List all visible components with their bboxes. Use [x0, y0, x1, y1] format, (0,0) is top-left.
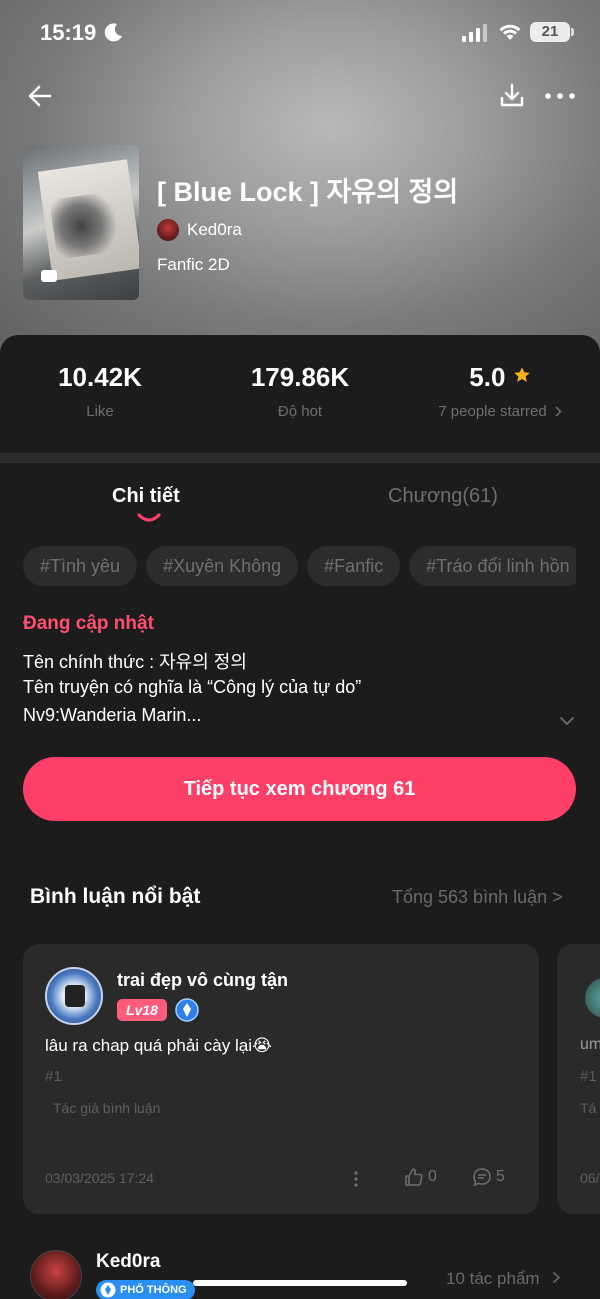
comments-total-link[interactable]: Tổng 563 bình luận > [392, 887, 563, 908]
tab-details[interactable]: Chi tiết [112, 485, 180, 508]
moon-icon [104, 23, 122, 42]
likes-label: Like [86, 403, 114, 420]
commenter-avatar[interactable] [45, 967, 103, 1025]
chevron-right-icon [553, 1271, 561, 1284]
peek-comment-index: #1 [580, 1068, 597, 1085]
like-count: 0 [428, 1168, 437, 1185]
description-line-1: Tên chính thức : 자유의 정의 [23, 652, 247, 672]
avatar [585, 978, 600, 1018]
book-genre: Fanfic 2D [157, 255, 230, 274]
peek-comment-date: 06/ [580, 1170, 600, 1186]
tag-fanfic[interactable]: #Fanfic [307, 546, 401, 586]
book-cover-image [23, 145, 139, 300]
chevron-down-icon[interactable] [558, 712, 576, 730]
back-arrow-icon[interactable] [26, 82, 54, 110]
battery-tip [571, 28, 574, 36]
home-indicator [193, 1280, 407, 1286]
like-button[interactable]: 0 [404, 1167, 437, 1187]
chevron-right-icon [555, 406, 562, 417]
author-name[interactable]: Ked0ra [187, 220, 242, 240]
update-status: Đang cập nhật [23, 613, 154, 634]
tab-chapters[interactable]: Chương(61) [388, 485, 498, 508]
stat-likes: 10.42K Like [40, 362, 160, 420]
tab-active-indicator [137, 513, 161, 522]
peek-comment-text: um [580, 1036, 600, 1053]
reply-count: 5 [496, 1168, 505, 1185]
author-profile-avatar[interactable] [30, 1250, 82, 1299]
commenter-name[interactable]: trai đẹp vô cùng tận [117, 970, 288, 991]
stat-rating[interactable]: 5.0 7 people starred [420, 362, 580, 420]
battery-icon: 21 [530, 22, 570, 42]
tag-list: #Tình yêu #Xuyên Không #Fanfic #Tráo đổi li… [23, 546, 576, 586]
comment-bubble-icon [41, 270, 57, 282]
comments-section-title: Bình luận nổi bật [30, 885, 201, 908]
hot-label: Độ hot [277, 403, 323, 420]
tag-soul-swap[interactable]: #Tráo đổi linh hồn [409, 546, 576, 586]
more-options-icon[interactable] [544, 82, 576, 110]
rating-row: 5.0 [420, 362, 580, 393]
likes-value: 10.42K [58, 362, 142, 392]
author-rank-badge: PHỔ THÔNG [96, 1280, 195, 1299]
continue-reading-button[interactable]: Tiếp tục xem chương 61 [23, 757, 576, 821]
rating-label-row: 7 people starred [420, 403, 580, 420]
thumbs-up-icon [405, 1168, 423, 1186]
peek-comment-note: Tá [580, 1100, 597, 1116]
hot-value: 179.86K [250, 362, 350, 392]
book-title: [ Blue Lock ] 자유의 정의 [157, 177, 459, 207]
tag-romance[interactable]: #Tình yêu [23, 546, 138, 586]
author-avatar[interactable] [157, 219, 179, 241]
comment-menu-icon[interactable] [352, 1170, 360, 1188]
reply-button[interactable]: 5 [472, 1167, 505, 1187]
diamond-icon [100, 1282, 116, 1298]
comment-index: #1 [45, 1068, 62, 1085]
comment-text: lâu ra chap quá phải cày lại😭 [45, 1036, 272, 1055]
diamond-badge-icon [175, 998, 199, 1022]
download-icon[interactable] [498, 82, 526, 110]
description-line-2: Tên truyện có nghĩa là “Công lý của tự d… [23, 677, 362, 697]
author-works-link[interactable]: 10 tác phẩm [446, 1269, 561, 1289]
section-divider [0, 453, 600, 463]
rating-label: 7 people starred [438, 403, 547, 420]
wifi-icon [499, 24, 521, 40]
description-line-3: Nv9:Wanderia Marin... [23, 705, 202, 725]
tag-time-travel[interactable]: #Xuyên Không [146, 546, 299, 586]
stat-hot: 179.86K Độ hot [230, 362, 370, 420]
comment-author-note: Tác giả bình luận [53, 1100, 161, 1116]
level-badge: Lv18 [117, 999, 167, 1021]
author-rank-label: PHỔ THÔNG [120, 1284, 187, 1296]
author-works-count: 10 tác phẩm [446, 1269, 540, 1288]
rating-value: 5.0 [469, 362, 506, 392]
status-bar: 15:19 21 [0, 0, 600, 64]
author-profile-name[interactable]: Ked0ra [96, 1251, 160, 1273]
chat-bubble-icon [473, 1168, 491, 1187]
star-icon [513, 367, 530, 382]
comment-card-next[interactable]: um #1 Tá 06/ [557, 944, 600, 1214]
signal-icon [462, 24, 487, 42]
status-time: 15:19 [40, 20, 97, 45]
comment-date: 03/03/2025 17:24 [45, 1170, 154, 1186]
